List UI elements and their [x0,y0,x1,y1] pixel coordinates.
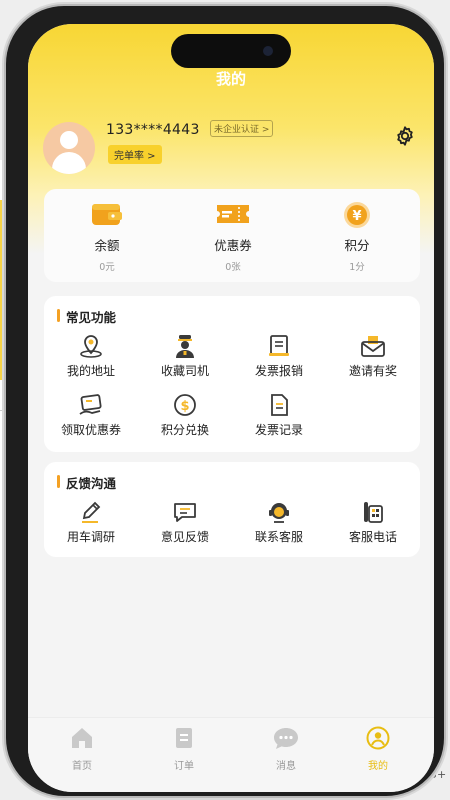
invoice-icon [266,334,292,358]
coupon-ticket-icon [214,201,252,227]
avatar-head [60,131,78,149]
dollar-glyph: $ [180,399,189,414]
menu-contact-service[interactable]: 联系客服 [232,500,326,545]
common-functions-title: 常见功能 [57,307,116,326]
avatar-body [52,152,86,174]
customer-service-icon [266,500,292,524]
menu-receive-coupon[interactable]: 领取优惠券 [44,393,138,438]
user-phone-number: 133****4443 [106,122,200,138]
completion-rate-button[interactable]: 完单率 > [108,145,162,164]
page-title: 我的 [215,70,246,88]
location-pin-icon [78,334,104,358]
dynamic-island [171,34,291,68]
menu-invoice-reimburse-label: 发票报销 [254,364,303,378]
feedback-card: 反馈沟通 用车调研 意见反馈 联系客服 客服电话 [44,462,420,557]
feedback-title: 反馈沟通 [57,473,116,492]
invite-envelope-icon [360,334,386,358]
menu-ride-survey-label: 用车调研 [66,530,115,544]
enterprise-cert-link[interactable]: 未企业认证 > [210,120,274,137]
stat-balance[interactable]: 余额 0元 [57,201,157,273]
stat-points-label: 积分 [344,238,370,253]
menu-opinion-feedback[interactable]: 意见反馈 [138,500,232,545]
stat-points[interactable]: ¥ 积分 1分 [307,201,407,273]
menu-favorite-drivers-label: 收藏司机 [160,364,209,378]
camera-icon [263,46,273,56]
tab-home-label: 首页 [72,761,92,772]
stat-balance-value: 0元 [99,262,115,273]
menu-contact-service-label: 联系客服 [254,530,303,544]
common-functions-card: 常见功能 我的地址 收藏司机 发票报销 邀请有奖 领取优惠券 $ 积分兑换 发票… [44,296,420,452]
tab-profile-label: 我的 [368,761,388,772]
menu-points-exchange[interactable]: $ 积分兑换 [138,393,232,438]
home-icon [72,728,92,748]
menu-invoice-reimburse[interactable]: 发票报销 [232,334,326,379]
menu-ride-survey[interactable]: 用车调研 [44,500,138,545]
wallet-icon [90,201,124,227]
stat-balance-label: 余额 [94,238,120,253]
menu-invoice-record[interactable]: 发票记录 [232,393,326,438]
assets-card: 余额 0元 优惠券 0张 ¥ 积分 1分 [44,189,420,282]
tab-orders-label: 订单 [174,761,194,772]
yen-coin-icon: ¥ [342,201,372,228]
menu-points-exchange-label: 积分兑换 [160,423,209,437]
menu-my-address-label: 我的地址 [66,364,115,378]
yen-glyph: ¥ [352,209,361,224]
profile-icon [366,726,390,750]
stat-coupon-label: 优惠券 [214,238,252,253]
receive-coupon-icon [78,393,104,417]
points-exchange-icon: $ [172,393,198,417]
tab-messages[interactable]: 消息 [256,726,316,772]
menu-my-address[interactable]: 我的地址 [44,334,138,379]
survey-pen-icon [78,500,104,524]
menu-favorite-drivers[interactable]: 收藏司机 [138,334,232,379]
stat-points-value: 1分 [349,262,365,273]
menu-service-phone-label: 客服电话 [348,530,397,544]
invoice-record-icon [266,393,292,417]
phone-icon [360,500,386,524]
menu-service-phone[interactable]: 客服电话 [326,500,420,545]
menu-receive-coupon-label: 领取优惠券 [60,423,121,437]
bottom-tab-bar: 首页 订单 消息 我的 [28,717,434,792]
order-doc-icon [176,728,192,748]
phone-frame: 我的 133****4443 未企业认证 > 完单率 > 余额 0元 优惠券 0… [6,6,444,796]
avatar[interactable] [43,122,95,174]
tab-messages-label: 消息 [276,761,296,772]
menu-opinion-feedback-label: 意见反馈 [160,530,209,544]
stat-coupon-value: 0张 [225,262,241,273]
driver-icon [172,334,198,358]
chat-bubble-icon [172,500,198,524]
stat-coupon[interactable]: 优惠券 0张 [183,201,283,273]
screen: 我的 133****4443 未企业认证 > 完单率 > 余额 0元 优惠券 0… [28,24,434,792]
settings-gear-icon[interactable] [394,125,416,147]
menu-invoice-record-label: 发票记录 [254,423,303,437]
tab-orders[interactable]: 订单 [154,726,214,772]
message-icon [274,728,298,749]
menu-invite-reward-label: 邀请有奖 [348,364,397,378]
menu-invite-reward[interactable]: 邀请有奖 [326,334,420,379]
tab-home[interactable]: 首页 [52,726,112,772]
tab-profile[interactable]: 我的 [348,726,408,772]
